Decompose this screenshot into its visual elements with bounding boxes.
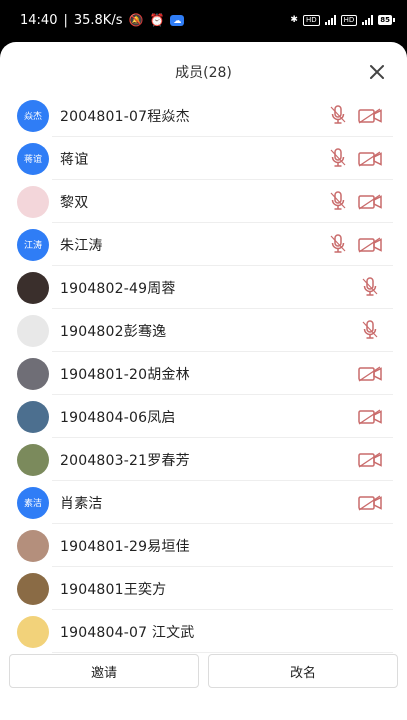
member-row[interactable]: 1904804-07 江文武 bbox=[0, 610, 407, 653]
member-name: 蒋谊 bbox=[60, 151, 89, 168]
camera-off-icon[interactable] bbox=[358, 108, 382, 124]
member-row[interactable]: 江涛 朱江涛 bbox=[0, 223, 407, 266]
battery-icon: 85 bbox=[378, 15, 395, 25]
member-list: 焱杰 2004801-07程焱杰 蒋谊 蒋谊 黎双 江涛 朱江涛 1904802… bbox=[0, 94, 407, 653]
battery-level: 85 bbox=[378, 15, 392, 25]
mic-muted-icon[interactable] bbox=[362, 277, 378, 297]
mic-muted-icon[interactable] bbox=[330, 148, 346, 168]
member-row[interactable]: 焱杰 2004801-07程焱杰 bbox=[0, 94, 407, 137]
member-name: 1904804-07 江文武 bbox=[60, 624, 195, 641]
alarm-icon: ⏰ bbox=[149, 13, 165, 27]
member-row[interactable]: 黎双 bbox=[0, 180, 407, 223]
member-row[interactable]: 1904802彭骞逸 bbox=[0, 309, 407, 352]
member-row[interactable]: 1904801-29易垣佳 bbox=[0, 524, 407, 567]
camera-off-icon[interactable] bbox=[358, 366, 382, 382]
bluetooth-icon: ✱ bbox=[290, 15, 298, 25]
status-bar-right: ✱ HD HD 85 bbox=[290, 14, 395, 26]
camera-off-icon[interactable] bbox=[358, 194, 382, 210]
status-bar-left: 14:40 | 35.8K/s 🔕 ⏰ ☁ bbox=[20, 12, 185, 28]
notification-muted-icon: 🔕 bbox=[128, 13, 144, 27]
mic-muted-icon[interactable] bbox=[362, 320, 378, 340]
footer: 邀请 改名 bbox=[0, 654, 407, 690]
member-avatar bbox=[17, 314, 49, 347]
status-bar: 14:40 | 35.8K/s 🔕 ⏰ ☁ ✱ HD HD 85 bbox=[0, 0, 407, 40]
camera-off-icon[interactable] bbox=[358, 452, 382, 468]
mic-muted-icon[interactable] bbox=[330, 234, 346, 254]
member-avatar bbox=[17, 443, 49, 476]
member-avatar bbox=[17, 357, 49, 390]
member-row[interactable]: 1904801-20胡金林 bbox=[0, 352, 407, 395]
member-name: 1904804-06凤启 bbox=[60, 409, 176, 426]
signal-5g-icon bbox=[362, 15, 374, 25]
member-avatar-text: 素洁 bbox=[17, 486, 49, 519]
invite-button[interactable]: 邀请 bbox=[9, 654, 199, 688]
member-name: 1904801-29易垣佳 bbox=[60, 538, 190, 555]
member-avatar bbox=[17, 185, 49, 218]
member-avatar-text: 焱杰 bbox=[17, 99, 49, 132]
member-name: 1904802彭骞逸 bbox=[60, 323, 167, 340]
member-avatar-text: 蒋谊 bbox=[17, 142, 49, 175]
member-row[interactable]: 1904802-49周蓉 bbox=[0, 266, 407, 309]
member-row[interactable]: 蒋谊 蒋谊 bbox=[0, 137, 407, 180]
camera-off-icon[interactable] bbox=[358, 495, 382, 511]
camera-off-icon[interactable] bbox=[358, 151, 382, 167]
member-row[interactable]: 1904801王奕方 bbox=[0, 567, 407, 610]
member-name: 黎双 bbox=[60, 194, 89, 211]
member-name: 2004801-07程焱杰 bbox=[60, 108, 190, 125]
member-name: 2004803-21罗春芳 bbox=[60, 452, 190, 469]
member-avatar bbox=[17, 529, 49, 562]
mic-muted-icon[interactable] bbox=[330, 191, 346, 211]
signal-4g-icon bbox=[324, 15, 336, 25]
member-name: 1904801-20胡金林 bbox=[60, 366, 190, 383]
rename-button[interactable]: 改名 bbox=[208, 654, 398, 688]
status-separator: | bbox=[63, 12, 68, 28]
member-name: 1904801王奕方 bbox=[60, 581, 167, 598]
member-row[interactable]: 素洁 肖素洁 bbox=[0, 481, 407, 524]
member-name: 朱江涛 bbox=[60, 237, 103, 254]
camera-off-icon[interactable] bbox=[358, 237, 382, 253]
hd-icon-2: HD bbox=[340, 14, 358, 26]
close-icon[interactable] bbox=[369, 64, 385, 80]
app-notification-icon: ☁ bbox=[170, 14, 185, 26]
member-name: 1904802-49周蓉 bbox=[60, 280, 176, 297]
members-sheet: 成员(28) 焱杰 2004801-07程焱杰 蒋谊 蒋谊 黎双 江涛 朱江涛 … bbox=[0, 42, 407, 720]
status-net-speed: 35.8K/s bbox=[73, 12, 123, 28]
mic-muted-icon[interactable] bbox=[330, 105, 346, 125]
status-time: 14:40 bbox=[20, 12, 58, 28]
member-avatar bbox=[17, 271, 49, 304]
member-row[interactable]: 2004803-21罗春芳 bbox=[0, 438, 407, 481]
camera-off-icon[interactable] bbox=[358, 409, 382, 425]
member-avatar bbox=[17, 572, 49, 605]
member-name: 肖素洁 bbox=[60, 495, 103, 512]
member-avatar-text: 江涛 bbox=[17, 228, 49, 261]
member-row[interactable]: 1904804-06凤启 bbox=[0, 395, 407, 438]
member-avatar bbox=[17, 400, 49, 433]
member-avatar bbox=[17, 615, 49, 648]
sheet-title: 成员(28) bbox=[175, 65, 232, 81]
hd-icon: HD bbox=[302, 14, 320, 26]
